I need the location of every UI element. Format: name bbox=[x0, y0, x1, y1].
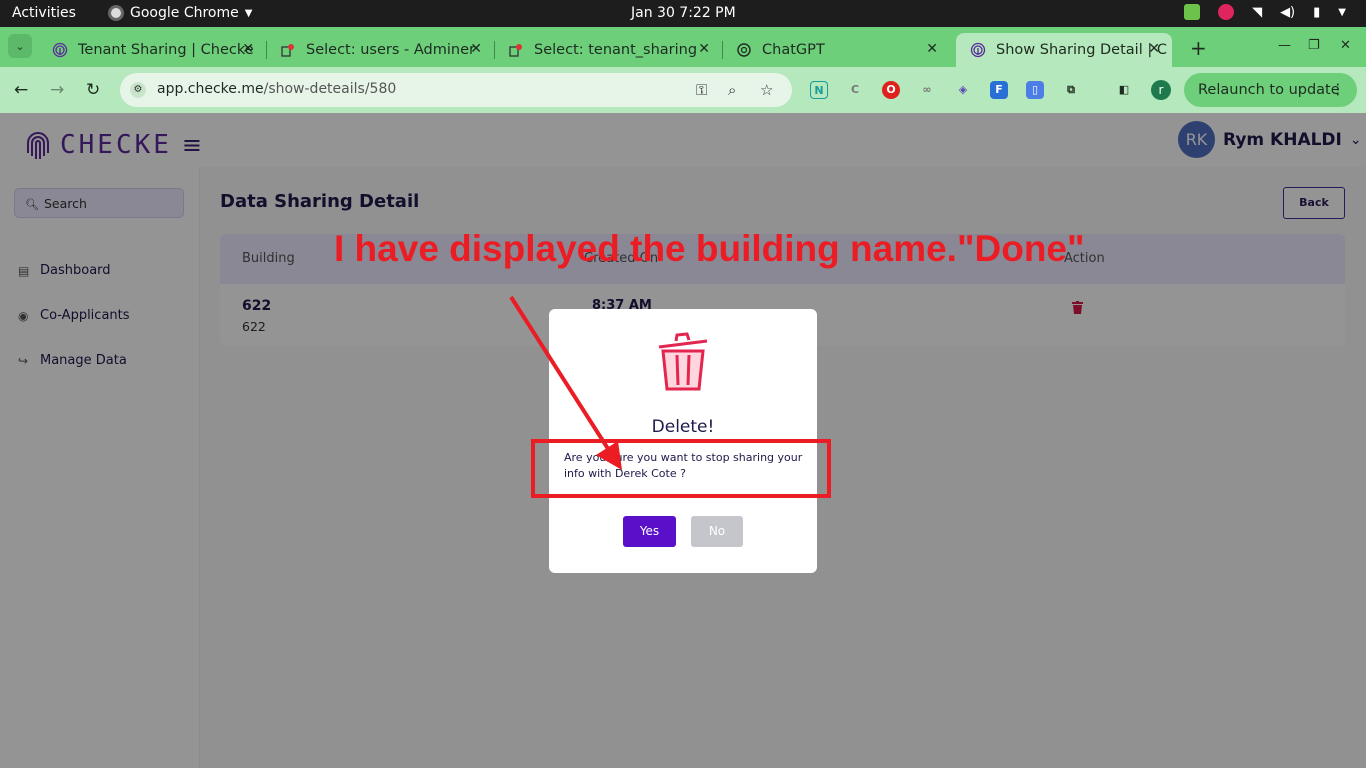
adminer-icon bbox=[281, 44, 294, 57]
url-path: /show-deteails/580 bbox=[263, 81, 397, 97]
browser-toolbar: ← → ↻ ⚙ app.checke.me/show-deteails/580 … bbox=[0, 67, 1366, 113]
new-tab-icon[interactable]: + bbox=[1190, 36, 1207, 60]
close-tab-icon[interactable]: ✕ bbox=[926, 41, 938, 57]
yes-button[interactable]: Yes bbox=[623, 516, 676, 547]
zoom-icon[interactable]: ⌕ bbox=[728, 81, 736, 99]
trash-bin-icon bbox=[658, 332, 708, 391]
no-button[interactable]: No bbox=[691, 516, 743, 547]
maximize-icon[interactable]: ❐ bbox=[1308, 38, 1320, 53]
annotation-highlight-box bbox=[531, 439, 831, 498]
extension-bike-icon[interactable]: ∞ bbox=[918, 81, 936, 99]
close-tab-icon[interactable]: ✕ bbox=[1148, 41, 1160, 57]
url-text[interactable]: app.checke.me/show-deteails/580 bbox=[157, 81, 396, 97]
clock[interactable]: Jan 30 7:22 PM bbox=[631, 5, 736, 21]
fingerprint-icon bbox=[52, 42, 68, 58]
caret-down-icon: ▼ bbox=[244, 7, 253, 19]
tab-title: Select: tenant_sharing bbox=[534, 42, 698, 58]
volume-icon[interactable]: ◀) bbox=[1280, 5, 1295, 20]
reload-icon[interactable]: ↻ bbox=[86, 80, 100, 100]
tab-show-sharing-detail[interactable]: Show Sharing Detail | C ✕ bbox=[956, 33, 1172, 67]
site-info-icon[interactable]: ⚙ bbox=[130, 82, 146, 98]
tab-title: Select: users - Adminer bbox=[306, 42, 475, 58]
battery-icon[interactable]: ▮ bbox=[1313, 5, 1320, 20]
forward-arrow-icon[interactable]: → bbox=[50, 80, 64, 100]
do-not-disturb-icon[interactable] bbox=[1218, 4, 1235, 20]
relaunch-button[interactable]: Relaunch to update ⋮ bbox=[1184, 73, 1357, 107]
system-tray[interactable]: ◥ ◀) ▮ ▼ bbox=[1184, 4, 1346, 20]
tab-tenant-sharing[interactable]: Tenant Sharing | Checke ✕ bbox=[38, 33, 266, 67]
power-menu-icon[interactable]: ▼ bbox=[1338, 7, 1346, 18]
tab-strip: ⌄ Tenant Sharing | Checke ✕ Select: user… bbox=[0, 27, 1366, 67]
extension-diamond-icon[interactable]: ◈ bbox=[954, 81, 972, 99]
tab-search-button[interactable]: ⌄ bbox=[8, 34, 32, 58]
back-arrow-icon[interactable]: ← bbox=[14, 80, 28, 100]
fingerprint-icon bbox=[970, 42, 986, 58]
adminer-icon bbox=[509, 44, 522, 57]
tab-adminer-tenant-sharing[interactable]: Select: tenant_sharing ✕ bbox=[494, 33, 722, 67]
side-panel-icon[interactable]: ◧ bbox=[1115, 81, 1133, 99]
tab-title: ChatGPT bbox=[762, 42, 825, 58]
close-tab-icon[interactable]: ✕ bbox=[470, 41, 482, 57]
password-key-icon[interactable]: ⚿ bbox=[696, 81, 707, 99]
update-shield-icon[interactable] bbox=[1184, 4, 1201, 20]
url-host: app.checke.me bbox=[157, 81, 264, 97]
kebab-menu-icon[interactable]: ⋮ bbox=[1331, 73, 1346, 107]
annotation-text: I have displayed the building name."Done… bbox=[334, 228, 1085, 269]
page-viewport: CHECKE ≡ RK Rym KHALDI ⌄ 🔍︎ Search ▤ Dash… bbox=[0, 113, 1366, 768]
extension-n-icon[interactable]: N bbox=[810, 81, 828, 99]
activities-button[interactable]: Activities bbox=[12, 5, 76, 21]
tab-title: Tenant Sharing | Checke bbox=[78, 42, 254, 58]
close-window-icon[interactable]: ✕ bbox=[1340, 38, 1351, 53]
extension-c-icon[interactable]: C bbox=[846, 81, 864, 99]
bookmark-star-icon[interactable]: ☆ bbox=[760, 81, 773, 99]
tab-adminer-users[interactable]: Select: users - Adminer ✕ bbox=[266, 33, 494, 67]
extension-f-icon[interactable]: F bbox=[990, 81, 1008, 99]
chatgpt-icon bbox=[737, 43, 751, 57]
extension-stop-icon[interactable]: O bbox=[882, 81, 900, 99]
tab-chatgpt[interactable]: ChatGPT ✕ bbox=[722, 33, 950, 67]
dialog-title: Delete! bbox=[651, 417, 715, 437]
close-tab-icon[interactable]: ✕ bbox=[242, 41, 254, 57]
profile-avatar[interactable]: r bbox=[1151, 80, 1171, 100]
app-menu[interactable]: Google Chrome ▼ bbox=[108, 5, 252, 21]
extensions-puzzle-icon[interactable]: ⧉ bbox=[1062, 81, 1080, 99]
wifi-icon[interactable]: ◥ bbox=[1252, 5, 1262, 20]
tab-title: Show Sharing Detail | C bbox=[996, 42, 1167, 58]
chrome-icon bbox=[108, 5, 124, 21]
extension-doc-icon[interactable]: ▯ bbox=[1026, 81, 1044, 99]
os-top-bar: Activities Google Chrome ▼ Jan 30 7:22 P… bbox=[0, 0, 1366, 27]
minimize-icon[interactable]: — bbox=[1278, 38, 1291, 53]
address-bar[interactable]: ⚙ app.checke.me/show-deteails/580 ⚿ ⌕ ☆ bbox=[120, 73, 792, 107]
close-tab-icon[interactable]: ✕ bbox=[698, 41, 710, 57]
relaunch-label: Relaunch to update bbox=[1198, 82, 1340, 98]
app-menu-label: Google Chrome bbox=[130, 5, 239, 21]
